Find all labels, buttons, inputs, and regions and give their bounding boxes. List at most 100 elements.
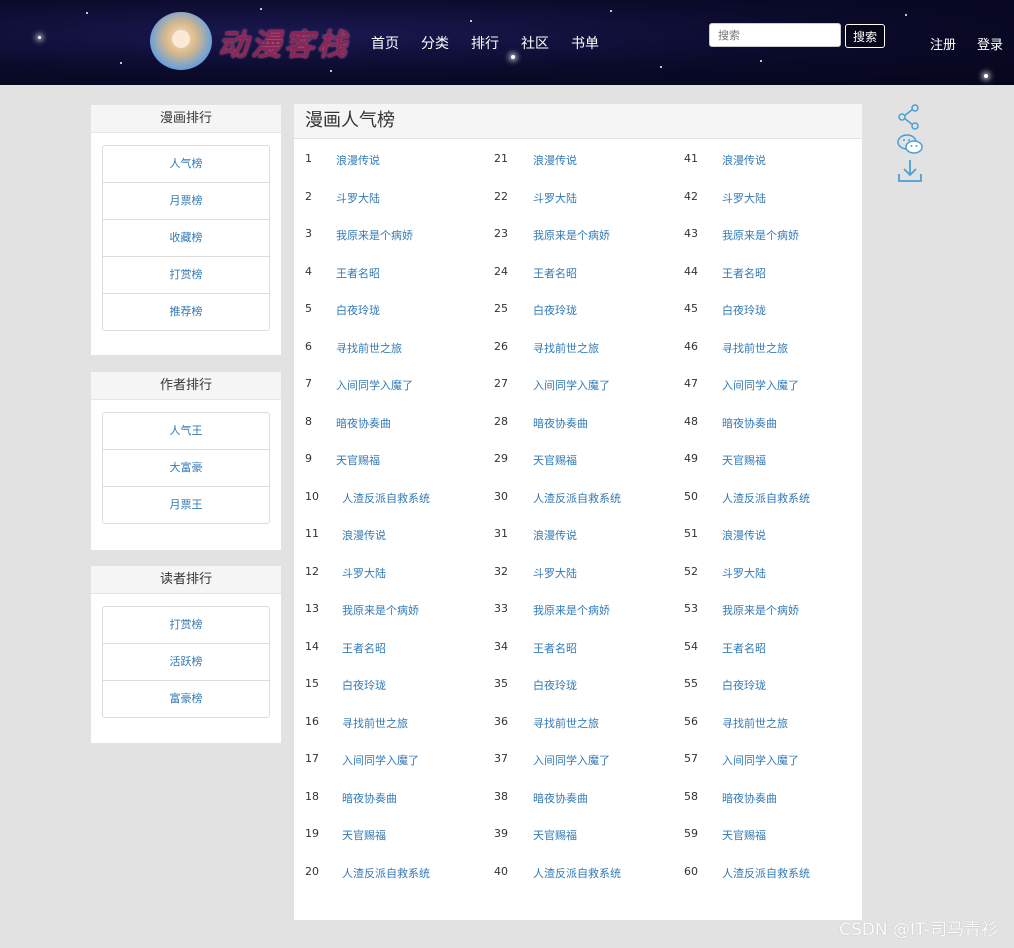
comic-title-link[interactable]: 入间同学入魔了 [722,377,799,393]
comic-title-link[interactable]: 斗罗大陆 [342,565,386,581]
comic-title-link[interactable]: 暗夜协奏曲 [722,790,777,806]
rank-number: 29 [494,452,508,465]
comic-title-link[interactable]: 天官赐福 [533,452,577,468]
comic-title-link[interactable]: 暗夜协奏曲 [336,415,391,431]
comic-title-link[interactable]: 白夜玲珑 [336,302,380,318]
rank-number: 28 [494,415,508,428]
logo-text[interactable]: 动漫客栈 [218,20,350,64]
comic-title-link[interactable]: 白夜玲珑 [533,302,577,318]
comic-title-link[interactable]: 斗罗大陆 [722,190,766,206]
comic-title-link[interactable]: 暗夜协奏曲 [722,415,777,431]
comic-title-link[interactable]: 天官赐福 [722,452,766,468]
comic-title-link[interactable]: 斗罗大陆 [722,565,766,581]
ranking-link-tips[interactable]: 打赏榜 [103,257,269,294]
login-link[interactable]: 登录 [977,34,1003,53]
download-icon[interactable] [896,158,924,184]
nav-home[interactable]: 首页 [371,33,399,53]
author-link-rich[interactable]: 大富豪 [103,450,269,487]
comic-title-link[interactable]: 人渣反派自救系统 [533,490,621,506]
comic-title-link[interactable]: 暗夜协奏曲 [533,415,588,431]
comic-title-link[interactable]: 浪漫传说 [533,152,577,168]
author-link-popular[interactable]: 人气王 [103,413,269,450]
reader-link-rich[interactable]: 富豪榜 [103,681,269,717]
comic-title-link[interactable]: 白夜玲珑 [722,677,766,693]
comic-title-link[interactable]: 人渣反派自救系统 [342,865,430,881]
nav-community[interactable]: 社区 [521,33,549,53]
comic-title-link[interactable]: 天官赐福 [342,827,386,843]
comic-title-link[interactable]: 浪漫传说 [533,527,577,543]
comic-title-link[interactable]: 寻找前世之旅 [722,715,788,731]
comic-title-link[interactable]: 入间同学入魔了 [533,377,610,393]
search-input[interactable] [709,23,841,47]
comic-title-link[interactable]: 王者名昭 [533,265,577,281]
comic-title-link[interactable]: 寻找前世之旅 [722,340,788,356]
comic-title-link[interactable]: 王者名昭 [533,640,577,656]
nav-category[interactable]: 分类 [421,33,449,53]
comic-title-link[interactable]: 入间同学入魔了 [336,377,413,393]
comic-title-link[interactable]: 天官赐福 [722,827,766,843]
comic-title-link[interactable]: 暗夜协奏曲 [533,790,588,806]
comic-title-link[interactable]: 白夜玲珑 [722,302,766,318]
comic-title-link[interactable]: 斗罗大陆 [533,565,577,581]
ranking-link-favorites[interactable]: 收藏榜 [103,220,269,257]
register-link[interactable]: 注册 [930,34,956,53]
comic-title-link[interactable]: 白夜玲珑 [342,677,386,693]
comic-title-link[interactable]: 浪漫传说 [722,152,766,168]
wechat-icon[interactable] [896,132,924,158]
rank-number: 32 [494,565,508,578]
comic-title-link[interactable]: 我原来是个病娇 [722,602,799,618]
comic-title-link[interactable]: 人渣反派自救系统 [533,865,621,881]
rank-number: 39 [494,827,508,840]
search-button[interactable]: 搜索 [845,24,885,48]
comic-title-link[interactable]: 王者名昭 [342,640,386,656]
main-nav: 首页 分类 排行 社区 书单 [371,33,621,53]
comic-title-link[interactable]: 寻找前世之旅 [533,715,599,731]
rank-number: 2 [305,190,312,203]
nav-booklist[interactable]: 书单 [571,33,599,53]
comic-title-link[interactable]: 入间同学入魔了 [722,752,799,768]
nav-ranking[interactable]: 排行 [471,33,499,53]
reader-link-tips[interactable]: 打赏榜 [103,607,269,644]
comic-title-link[interactable]: 王者名昭 [336,265,380,281]
logo-image[interactable] [150,12,212,70]
rank-number: 12 [305,565,319,578]
star-decoration [760,60,762,62]
ranking-link-recommend[interactable]: 推荐榜 [103,294,269,330]
comic-title-link[interactable]: 斗罗大陆 [533,190,577,206]
comic-title-link[interactable]: 我原来是个病娇 [533,227,610,243]
ranking-link-monthly-ticket[interactable]: 月票榜 [103,183,269,220]
comic-title-link[interactable]: 浪漫传说 [722,527,766,543]
comic-title-link[interactable]: 寻找前世之旅 [533,340,599,356]
comic-title-link[interactable]: 我原来是个病娇 [336,227,413,243]
share-icon[interactable] [896,104,924,130]
comic-title-link[interactable]: 斗罗大陆 [336,190,380,206]
comic-title-link[interactable]: 王者名昭 [722,640,766,656]
rank-number: 51 [684,527,698,540]
star-decoration [260,8,262,10]
rank-number: 46 [684,340,698,353]
comic-title-link[interactable]: 入间同学入魔了 [533,752,610,768]
comic-title-link[interactable]: 人渣反派自救系统 [722,865,810,881]
comic-title-link[interactable]: 入间同学入魔了 [342,752,419,768]
comic-title-link[interactable]: 我原来是个病娇 [722,227,799,243]
author-link-monthly[interactable]: 月票王 [103,487,269,523]
comic-title-link[interactable]: 人渣反派自救系统 [722,490,810,506]
comic-title-link[interactable]: 浪漫传说 [336,152,380,168]
comic-title-link[interactable]: 天官赐福 [336,452,380,468]
comic-title-link[interactable]: 我原来是个病娇 [342,602,419,618]
star-decoration [470,20,472,22]
rank-number: 27 [494,377,508,390]
comic-title-link[interactable]: 暗夜协奏曲 [342,790,397,806]
comic-title-link[interactable]: 寻找前世之旅 [342,715,408,731]
comic-title-link[interactable]: 我原来是个病娇 [533,602,610,618]
comic-title-link[interactable]: 人渣反派自救系统 [342,490,430,506]
comic-title-link[interactable]: 白夜玲珑 [533,677,577,693]
ranking-link-popularity[interactable]: 人气榜 [103,146,269,183]
comic-title-link[interactable]: 寻找前世之旅 [336,340,402,356]
reader-link-active[interactable]: 活跃榜 [103,644,269,681]
comic-title-link[interactable]: 浪漫传说 [342,527,386,543]
comic-title-link[interactable]: 王者名昭 [722,265,766,281]
rank-number: 52 [684,565,698,578]
rank-number: 50 [684,490,698,503]
comic-title-link[interactable]: 天官赐福 [533,827,577,843]
